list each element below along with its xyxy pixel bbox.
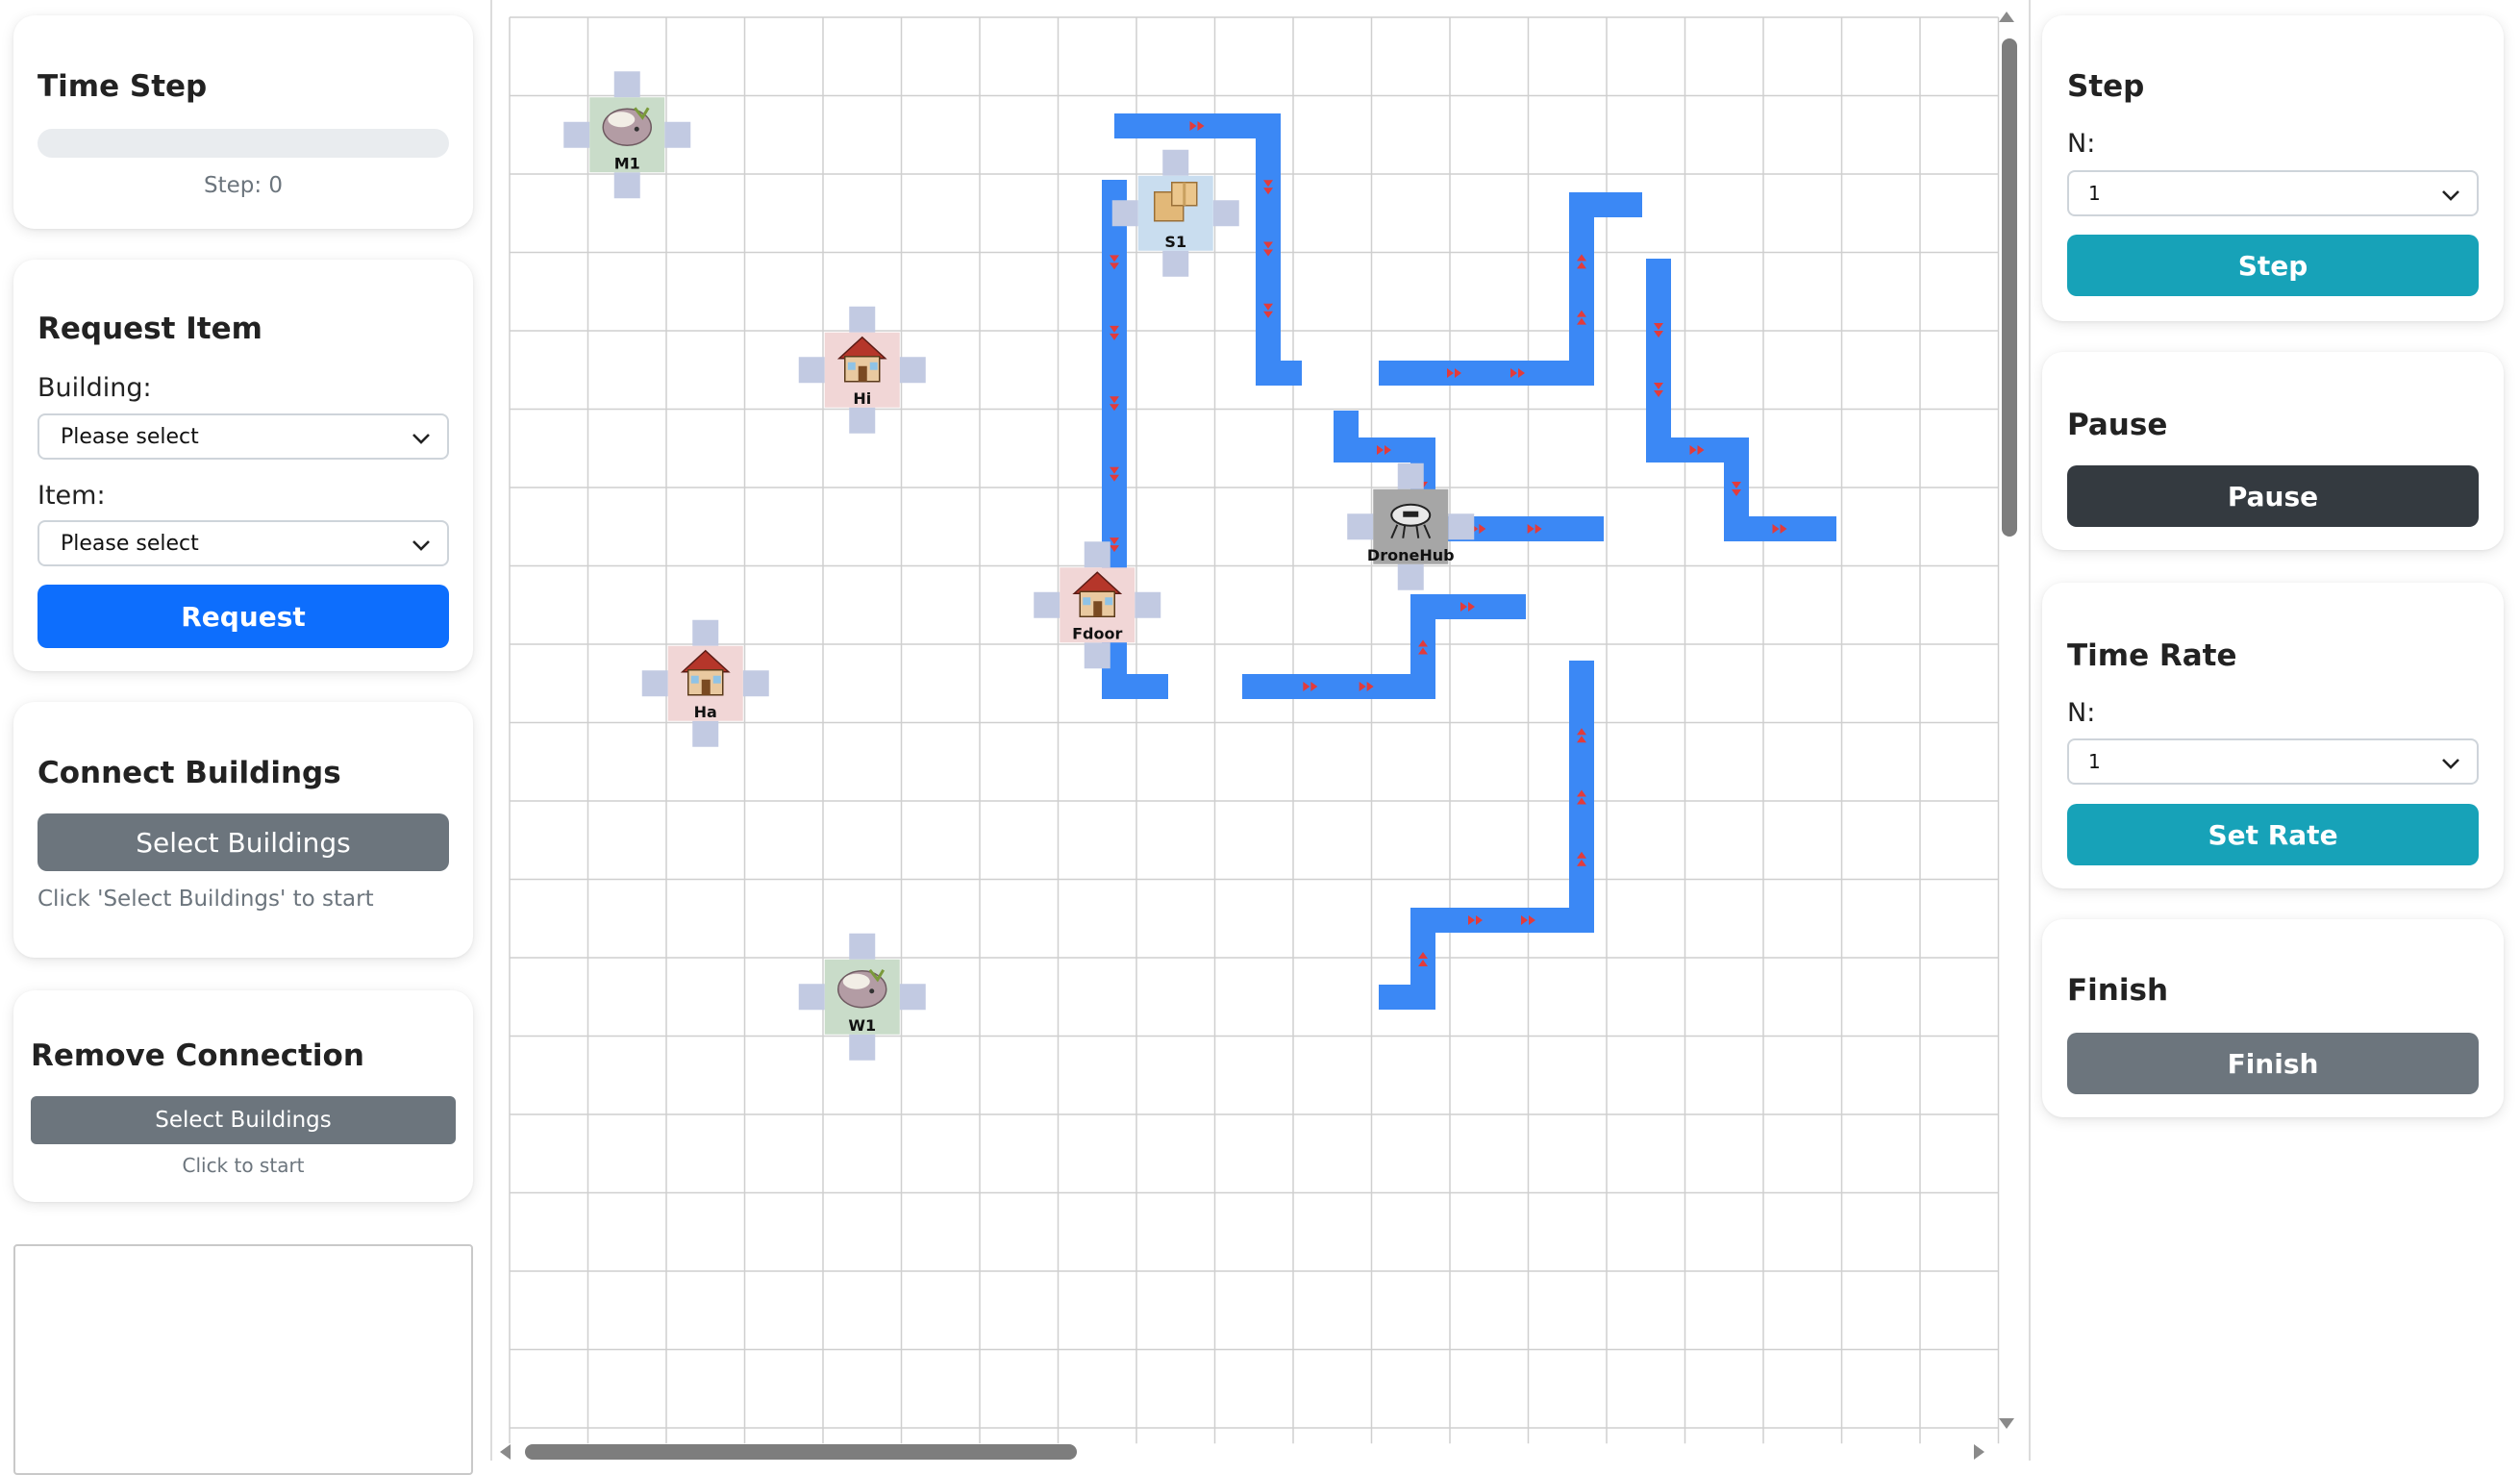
building-port [1448,513,1475,540]
building-label: Ha [694,703,717,721]
building-label: Fdoor [1072,624,1122,642]
step-button[interactable]: Step [2067,235,2479,296]
building-port [1084,541,1110,568]
building-port [641,670,668,697]
time-step-title: Time Step [37,69,208,104]
grid-lines [509,16,2000,1444]
remove-connection-title: Remove Connection [31,1038,364,1073]
chevron-down-icon [2442,190,2459,201]
step-n-value: 1 [2088,182,2101,205]
building-label: S1 [1164,233,1186,251]
building-port [613,172,640,199]
building-port [849,407,876,434]
building-port [1135,591,1161,618]
building-port [1162,149,1189,176]
building-port [1034,591,1060,618]
building-port [613,71,640,98]
building-port [1347,513,1374,540]
building-port [1397,563,1424,590]
item-select[interactable]: Please select [37,520,449,566]
building-label: M1 [614,154,640,172]
chevron-down-icon [412,434,430,444]
building-port [692,619,719,646]
horizontal-scrollbar-thumb[interactable] [525,1444,1077,1460]
building-ha[interactable]: Ha [641,619,769,747]
remove-select-buildings-button[interactable]: Select Buildings [31,1096,456,1144]
scroll-right-arrow-icon[interactable] [1971,1442,1988,1462]
set-rate-button[interactable]: Set Rate [2067,804,2479,865]
step-counter: Step: 0 [203,173,284,198]
request-button[interactable]: Request [37,585,449,648]
step-card: Step N: 1 Step [2042,15,2504,321]
finish-card: Finish Finish [2042,919,2504,1117]
rock-mine-icon [602,107,652,146]
road-s1-dronehub[interactable] [1646,259,1836,541]
pause-button[interactable]: Pause [2067,465,2479,527]
time-rate-n-value: 1 [2088,750,2101,773]
scroll-left-arrow-icon[interactable] [496,1442,513,1462]
rock-mine-icon [837,968,887,1009]
connect-hint: Click 'Select Buildings' to start [37,887,374,912]
building-port [1397,462,1424,489]
building-port [899,357,926,384]
chevron-down-icon [2442,759,2459,769]
time-rate-card: Time Rate N: 1 Set Rate [2042,583,2504,888]
time-step-card: Time Step Step: 0 [13,15,473,229]
connect-buildings-title: Connect Buildings [37,756,341,790]
time-rate-n-label: N: [2067,698,2096,728]
road-hi-s1[interactable] [1379,192,1642,386]
time-rate-n-select[interactable]: 1 [2067,738,2479,785]
building-port [1162,250,1189,277]
building-port [798,984,825,1011]
building-dronehub[interactable]: DroneHub [1347,462,1475,590]
building-port [563,121,590,148]
message-log[interactable] [13,1244,473,1475]
building-hi[interactable]: Hi [798,306,926,434]
connect-select-buildings-button[interactable]: Select Buildings [37,813,449,871]
time-rate-title: Time Rate [2067,638,2237,673]
request-item-card: Request Item Building: Please select Ite… [13,260,473,671]
request-item-title: Request Item [37,312,262,346]
remove-connection-card: Remove Connection Select Buildings Click… [13,990,473,1202]
connect-buildings-card: Connect Buildings Select Buildings Click… [13,702,473,958]
building-label: Building: [37,373,152,403]
pause-title: Pause [2067,408,2168,442]
building-port [664,121,691,148]
building-fdoor[interactable]: Fdoor [1034,541,1161,669]
item-label: Item: [37,481,106,511]
step-n-label: N: [2067,129,2096,159]
building-port [1212,200,1239,227]
building-label: DroneHub [1367,546,1455,564]
remove-hint: Click to start [182,1154,305,1177]
step-n-select[interactable]: 1 [2067,170,2479,216]
building-port [692,720,719,747]
building-port [849,933,876,960]
chevron-down-icon [412,540,430,551]
map-viewport[interactable]: M1 S1 Hi DroneHub Fdoor Ha W1 [490,0,2031,1461]
building-w1[interactable]: W1 [798,933,926,1061]
building-select[interactable]: Please select [37,413,449,460]
pause-card: Pause Pause [2042,352,2504,550]
step-title: Step [2067,69,2145,104]
building-label: W1 [848,1016,876,1035]
building-port [1111,200,1138,227]
building-port [899,984,926,1011]
step-progress-bar [37,129,449,158]
scroll-up-arrow-icon[interactable] [1996,8,2017,25]
item-select-value: Please select [61,531,199,556]
vertical-scrollbar-thumb[interactable] [2002,38,2017,537]
building-port [849,1034,876,1061]
road-w1-fdoor[interactable] [1379,661,1594,1010]
building-select-value: Please select [61,424,199,449]
scroll-down-arrow-icon[interactable] [1996,1415,2017,1433]
building-port [849,306,876,333]
building-m1[interactable]: M1 [563,71,691,199]
building-s1[interactable]: S1 [1111,149,1239,277]
building-label: Hi [853,389,871,408]
building-port [798,357,825,384]
finish-title: Finish [2067,973,2169,1008]
finish-button[interactable]: Finish [2067,1033,2479,1094]
building-port [742,670,769,697]
building-port [1084,642,1110,669]
